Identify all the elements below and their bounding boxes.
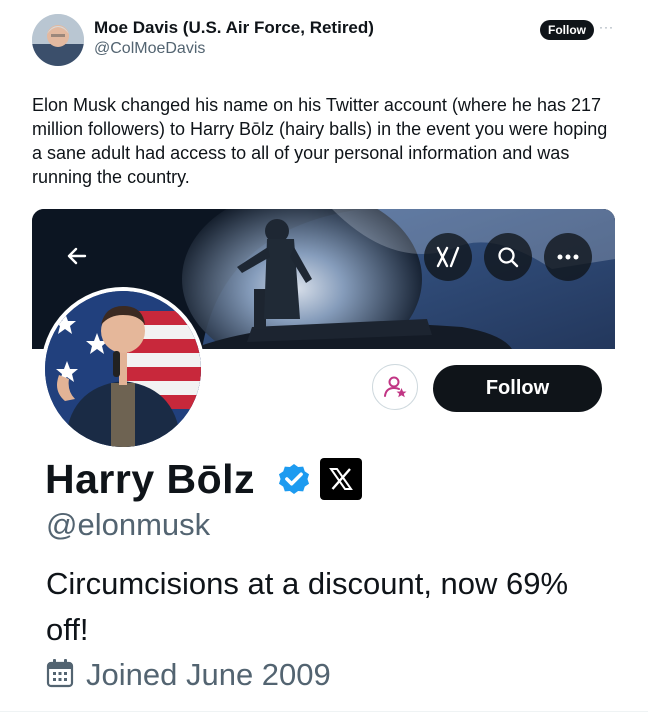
- divider: [0, 711, 648, 712]
- author-avatar[interactable]: [32, 14, 84, 66]
- follow-author-button[interactable]: Follow: [540, 20, 594, 40]
- author-handle[interactable]: @ColMoeDavis: [94, 40, 205, 58]
- profile-avatar[interactable]: [41, 287, 205, 451]
- search-icon[interactable]: [484, 233, 532, 281]
- joined-date: Joined June 2009: [46, 655, 331, 695]
- profile-display-name: Harry Bōlz: [45, 456, 256, 502]
- profile-bio: Circumcisions at a discount, now 69% off…: [46, 566, 569, 647]
- grok-icon[interactable]: [424, 233, 472, 281]
- follow-profile-button[interactable]: Follow: [433, 365, 602, 412]
- tweet-text: Elon Musk changed his name on his Twitte…: [32, 95, 608, 187]
- calendar-icon: [46, 658, 74, 693]
- x-logo-icon: [320, 458, 362, 500]
- more-options-icon[interactable]: ···: [599, 20, 614, 34]
- subscribe-button[interactable]: [372, 364, 418, 410]
- profile-handle: @elonmusk: [46, 507, 211, 542]
- more-icon[interactable]: [544, 233, 592, 281]
- profile-screenshot: Follow Harry Bōlz @elonmusk Circumcision…: [32, 209, 615, 720]
- verified-badge-icon: [275, 460, 313, 498]
- author-name[interactable]: Moe Davis (U.S. Air Force, Retired): [94, 18, 374, 38]
- back-arrow-icon[interactable]: [62, 241, 92, 271]
- joined-text: Joined June 2009: [86, 657, 331, 692]
